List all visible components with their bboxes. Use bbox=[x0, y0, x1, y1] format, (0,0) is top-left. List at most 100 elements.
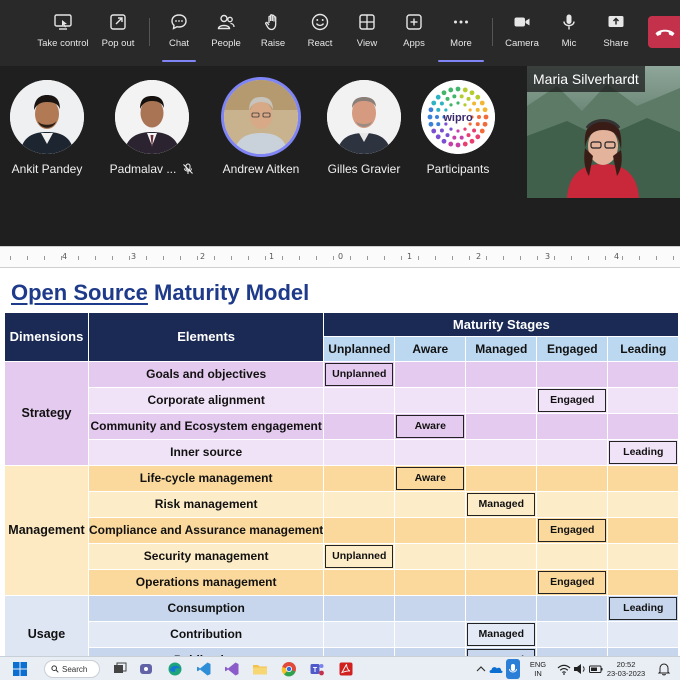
task-view-icon[interactable] bbox=[112, 661, 128, 677]
pop-out-label: Pop out bbox=[101, 38, 135, 49]
stage-cell bbox=[323, 386, 396, 414]
ruler-tick bbox=[95, 256, 96, 260]
logo-dot bbox=[445, 133, 450, 138]
teams-icon[interactable]: T bbox=[309, 661, 325, 677]
add-apps-icon bbox=[406, 14, 422, 30]
element-cell: Security management bbox=[87, 542, 325, 570]
onedrive-cloud-icon[interactable] bbox=[488, 661, 504, 677]
table-row: Inner source Leading bbox=[5, 438, 680, 466]
notification-bell-icon[interactable] bbox=[656, 661, 672, 677]
meeting-toolbar: Take control Pop out Chat People Raise R… bbox=[0, 0, 680, 66]
ruler-tick bbox=[435, 256, 436, 260]
teams-chat-icon[interactable] bbox=[138, 661, 154, 677]
stage-cell bbox=[607, 464, 680, 492]
logo-dot bbox=[475, 122, 480, 127]
elements-header: Elements bbox=[87, 312, 325, 362]
stage-cell bbox=[323, 438, 396, 466]
share-screen-icon bbox=[608, 16, 624, 27]
chat-icon bbox=[171, 14, 187, 30]
ruler-tick bbox=[639, 256, 640, 260]
ruler-tick bbox=[146, 256, 147, 260]
element-cell: Risk management bbox=[87, 490, 325, 518]
clock-time: 20:52 bbox=[616, 660, 636, 669]
ruler-tick bbox=[197, 256, 198, 260]
more-button[interactable]: More bbox=[429, 12, 493, 56]
participant-name: Andrew Aitken bbox=[223, 162, 300, 176]
apps-label: Apps bbox=[403, 38, 425, 49]
ruler-tick bbox=[299, 256, 300, 260]
ruler-tick bbox=[316, 256, 317, 260]
stage-cell bbox=[607, 516, 680, 544]
table-row: Corporate alignment Engaged bbox=[5, 386, 680, 414]
stage-cell bbox=[323, 464, 396, 492]
stage-cell bbox=[465, 412, 538, 440]
taskbar-search[interactable]: Search bbox=[44, 660, 100, 678]
acrobat-icon[interactable] bbox=[338, 661, 354, 677]
logo-dot bbox=[436, 107, 441, 112]
leave-call-button[interactable] bbox=[648, 16, 680, 48]
stage-rating-box: Engaged bbox=[538, 388, 607, 412]
edge-browser-icon[interactable] bbox=[167, 661, 183, 677]
stage-cell bbox=[394, 620, 467, 648]
ruler-number: 0 bbox=[338, 252, 344, 261]
stage-cell: Leading bbox=[607, 594, 680, 622]
table-row: Operations management Engaged bbox=[5, 568, 680, 596]
file-explorer-icon[interactable] bbox=[252, 661, 268, 677]
dimension-cell: Strategy bbox=[4, 360, 89, 466]
chevron-up-icon[interactable] bbox=[473, 661, 489, 677]
logo-dot bbox=[462, 87, 468, 93]
maturity-stages-header: Maturity Stages bbox=[323, 311, 680, 338]
stage-cell bbox=[536, 438, 609, 466]
stage-cell: Managed bbox=[465, 490, 538, 518]
stage-cell: Unplanned bbox=[323, 542, 396, 570]
participant-tile-active-speaker[interactable]: Andrew Aitken bbox=[211, 80, 311, 176]
video-tile[interactable]: Maria Silverhardt bbox=[527, 66, 680, 198]
logo-dot bbox=[479, 100, 485, 106]
logo-dot bbox=[441, 138, 447, 144]
share-button[interactable]: Share bbox=[584, 12, 648, 56]
ruler-tick bbox=[520, 256, 521, 260]
visual-studio-icon[interactable] bbox=[224, 661, 240, 677]
participant-tile[interactable]: Padmalav ... bbox=[102, 80, 202, 176]
clock[interactable]: 20:52 23-03-2023 bbox=[604, 660, 648, 678]
stage-rating-box: Leading bbox=[609, 440, 678, 464]
chrome-icon[interactable] bbox=[281, 661, 297, 677]
wifi-icon[interactable] bbox=[556, 661, 572, 677]
input-language[interactable]: ENG IN bbox=[527, 660, 549, 678]
participant-name-text: Participants bbox=[426, 162, 490, 176]
stage-cell bbox=[607, 568, 680, 596]
video-participant-name: Maria Silverhardt bbox=[527, 66, 645, 92]
stage-header-aware: Aware bbox=[394, 336, 467, 362]
more-dots-icon bbox=[454, 20, 468, 24]
stage-cell bbox=[323, 620, 396, 648]
stage-cell bbox=[394, 568, 467, 596]
stage-rating-box: Unplanned bbox=[325, 544, 394, 568]
logo-dot bbox=[475, 107, 480, 112]
speaker-icon[interactable] bbox=[572, 661, 588, 677]
ruler-tick bbox=[10, 256, 11, 260]
logo-dot bbox=[441, 90, 447, 96]
ruler-tick bbox=[418, 256, 419, 260]
ruler-tick bbox=[129, 256, 130, 260]
stage-rating-box: Aware bbox=[396, 414, 465, 438]
element-cell: Inner source bbox=[87, 438, 325, 466]
pop-out-button[interactable]: Pop out bbox=[86, 12, 150, 56]
windows-start-icon[interactable] bbox=[12, 661, 28, 677]
element-cell: Life-cycle management bbox=[87, 464, 325, 492]
ruler-number: 3 bbox=[545, 252, 551, 261]
mic-label: Mic bbox=[561, 38, 577, 49]
microphone-icon bbox=[563, 14, 575, 30]
participant-tile[interactable]: Ankit Pandey bbox=[0, 80, 97, 176]
mic-in-use-indicator[interactable] bbox=[506, 659, 520, 679]
stage-cell bbox=[607, 360, 680, 388]
share-label: Share bbox=[603, 38, 629, 49]
hang-up-phone-icon bbox=[655, 29, 675, 36]
participants-tile[interactable]: wipro Participants bbox=[408, 80, 508, 176]
ruler-tick bbox=[571, 256, 572, 260]
language-code: ENG bbox=[529, 660, 547, 669]
battery-icon[interactable] bbox=[588, 661, 604, 677]
participant-tile[interactable]: Gilles Gravier bbox=[314, 80, 414, 176]
view-label: View bbox=[356, 38, 378, 49]
stage-cell bbox=[536, 360, 609, 388]
vscode-icon[interactable] bbox=[196, 661, 212, 677]
